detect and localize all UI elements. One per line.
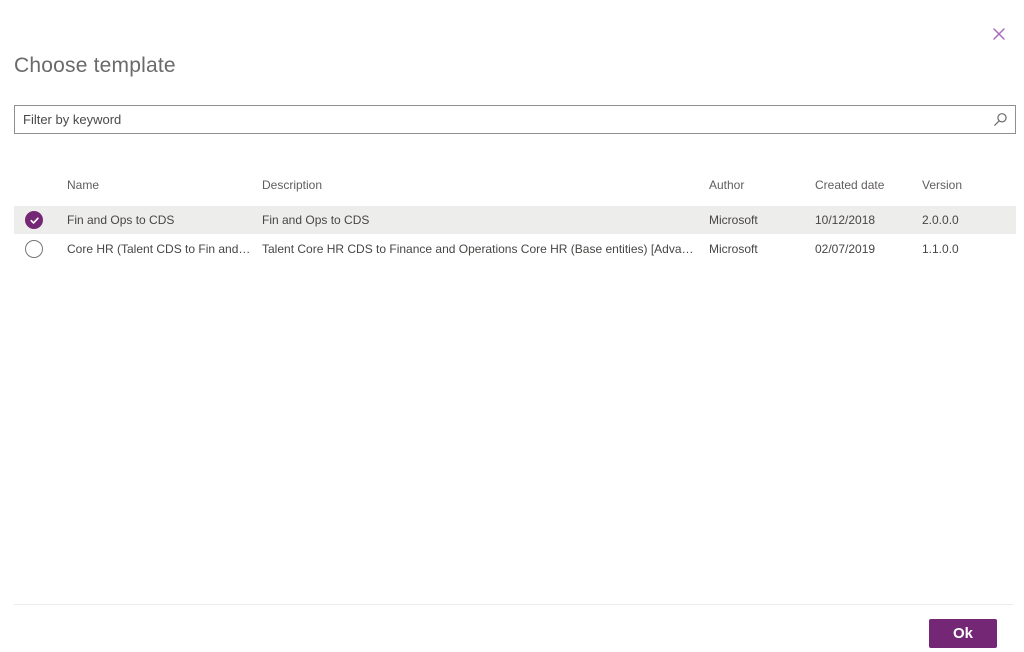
radio-selected-icon[interactable]: [25, 211, 43, 229]
cell-name: Core HR (Talent CDS to Fin and Ops): [67, 241, 262, 256]
checkmark-icon: [29, 216, 39, 224]
cell-version: 2.0.0.0: [922, 213, 959, 227]
filter-input[interactable]: [15, 106, 985, 133]
cell-description: Talent Core HR CDS to Finance and Operat…: [262, 241, 709, 256]
search-icon: [985, 106, 1015, 133]
cell-author: Microsoft: [709, 241, 758, 256]
table-row-core-hr[interactable]: Core HR (Talent CDS to Fin and Ops) Tale…: [14, 234, 1016, 263]
column-header-description: Description: [262, 178, 323, 192]
choose-template-dialog: Choose template Name Description Author …: [0, 0, 1024, 652]
ok-button[interactable]: Ok: [929, 619, 997, 648]
cell-description: Fin and Ops to CDS: [262, 213, 370, 227]
column-header-version: Version: [922, 178, 963, 192]
footer-divider: [14, 604, 1013, 605]
filter-box: [14, 105, 1016, 134]
cell-version: 1.1.0.0: [922, 241, 959, 256]
dialog-title: Choose template: [14, 54, 176, 77]
close-button[interactable]: [987, 22, 1011, 46]
radio-unselected-icon[interactable]: [25, 239, 43, 258]
cell-name: Fin and Ops to CDS: [67, 213, 175, 227]
column-header-name: Name: [67, 178, 100, 192]
column-header-created-date: Created date: [815, 178, 885, 192]
close-icon: [993, 28, 1005, 40]
cell-created-date: 10/12/2018: [815, 213, 876, 227]
column-header-author: Author: [709, 178, 745, 192]
cell-created-date: 02/07/2019: [815, 241, 876, 256]
cell-author: Microsoft: [709, 213, 758, 227]
table-row-fin-and-ops[interactable]: Fin and Ops to CDS Fin and Ops to CDS Mi…: [14, 206, 1016, 234]
table-header-row: Name Description Author Created date Ver…: [14, 167, 1016, 203]
